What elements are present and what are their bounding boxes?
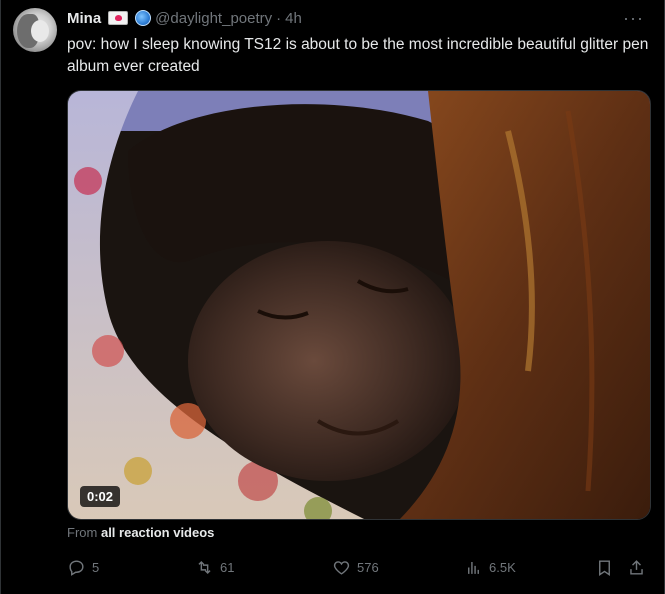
share-button[interactable] [627, 558, 646, 577]
views-button[interactable]: 6.5K [464, 558, 516, 577]
share-icon [630, 560, 643, 575]
repost-button[interactable]: 61 [195, 558, 234, 577]
from-prefix: From [67, 525, 98, 540]
tweet-time[interactable]: 4h [285, 10, 302, 27]
author-handle[interactable]: @daylight_poetry [155, 10, 272, 27]
reply-button[interactable]: 5 [67, 558, 99, 577]
bookmark-icon [599, 560, 610, 576]
reply-icon [69, 560, 84, 576]
author-name[interactable]: Mina [67, 10, 101, 27]
video-frame [68, 91, 650, 519]
reply-count: 5 [92, 560, 100, 575]
like-button[interactable]: 576 [332, 558, 379, 577]
tweet-text: pov: how I sleep knowing TS12 is about t… [67, 36, 649, 75]
views-icon [468, 561, 479, 574]
bookmark-button[interactable] [595, 558, 614, 577]
tweet-card[interactable]: Mina @daylight_poetry · 4h ··· pov: how … [0, 0, 665, 594]
globe-icon [135, 10, 152, 26]
video-duration: 0:02 [80, 486, 121, 507]
views-count: 6.5K [489, 560, 516, 575]
more-icon[interactable]: ··· [623, 8, 644, 29]
love-letter-icon [108, 11, 129, 25]
retweet-icon [198, 560, 211, 575]
action-bar: 5 61 576 6.5K [67, 558, 652, 580]
like-count: 576 [357, 560, 379, 575]
heart-icon [333, 561, 350, 575]
from-source-link[interactable]: all reaction videos [101, 525, 214, 540]
video-player[interactable]: 0:02 [67, 90, 651, 520]
avatar-face [31, 20, 49, 42]
avatar[interactable] [13, 8, 57, 52]
source-attribution: From all reaction videos [67, 525, 214, 540]
separator-dot: · [276, 9, 282, 27]
tweet-header: Mina @daylight_poetry · 4h [67, 8, 302, 28]
repost-count: 61 [220, 560, 235, 575]
